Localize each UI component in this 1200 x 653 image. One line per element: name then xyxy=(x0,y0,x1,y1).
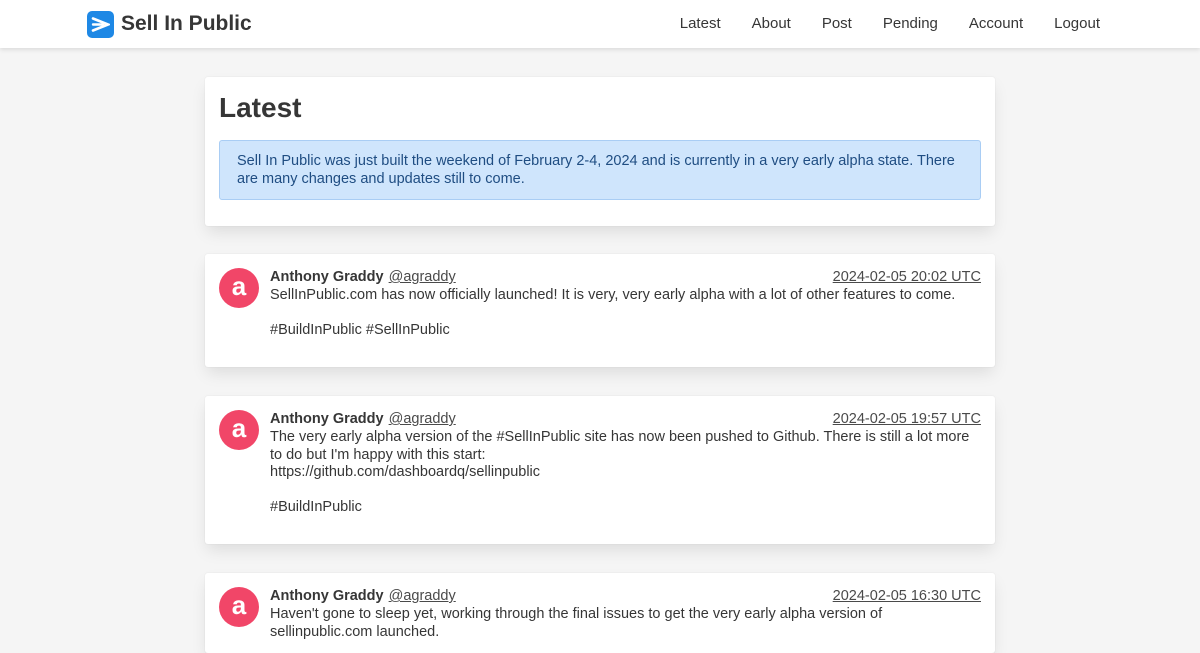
send-arrow-icon xyxy=(87,10,114,38)
page-title: Latest xyxy=(219,92,302,123)
nav-menu: Latest About Post Pending Account Logout xyxy=(664,0,1115,48)
post-header: Anthony Graddy @agraddy 2024-02-05 19:57… xyxy=(270,410,981,428)
latest-header-card: Latest Sell In Public was just built the… xyxy=(205,77,995,226)
avatar[interactable]: a xyxy=(219,268,259,308)
nav-item-pending[interactable]: Pending xyxy=(867,0,953,48)
nav-item-about[interactable]: About xyxy=(736,0,806,48)
nav-item-latest[interactable]: Latest xyxy=(664,0,736,48)
post-author-handle[interactable]: @agraddy xyxy=(389,269,456,285)
post-card: a Anthony Graddy @agraddy 2024-02-05 20:… xyxy=(205,254,995,367)
post-header: Anthony Graddy @agraddy 2024-02-05 20:02… xyxy=(270,268,981,286)
nav-item-post[interactable]: Post xyxy=(806,0,867,48)
post-author-handle[interactable]: @agraddy xyxy=(389,411,456,427)
brand-home-link[interactable]: Sell In Public xyxy=(87,10,252,38)
avatar[interactable]: a xyxy=(219,587,259,627)
post-body: Anthony Graddy @agraddy 2024-02-05 20:02… xyxy=(270,268,981,340)
top-navbar: Sell In Public Latest About Post Pending… xyxy=(0,0,1200,48)
post-card: a Anthony Graddy @agraddy 2024-02-05 19:… xyxy=(205,396,995,544)
post-author-handle[interactable]: @agraddy xyxy=(389,588,456,604)
post-body: Anthony Graddy @agraddy 2024-02-05 16:30… xyxy=(270,587,981,641)
brand-name: Sell In Public xyxy=(121,12,252,35)
post-timestamp[interactable]: 2024-02-05 19:57 UTC xyxy=(833,410,981,428)
avatar[interactable]: a xyxy=(219,410,259,450)
post-card: a Anthony Graddy @agraddy 2024-02-05 16:… xyxy=(205,573,995,653)
nav-item-logout[interactable]: Logout xyxy=(1039,0,1115,48)
post-text: SellInPublic.com has now officially laun… xyxy=(270,287,956,338)
post-text: The very early alpha version of the #Sel… xyxy=(270,429,970,515)
nav-item-account[interactable]: Account xyxy=(953,0,1038,48)
post-text: Haven't gone to sleep yet, working throu… xyxy=(270,606,883,640)
post-author: Anthony Graddy xyxy=(270,411,384,427)
post-author: Anthony Graddy xyxy=(270,269,384,285)
post-timestamp[interactable]: 2024-02-05 16:30 UTC xyxy=(833,587,981,605)
post-header: Anthony Graddy @agraddy 2024-02-05 16:30… xyxy=(270,587,981,605)
post-timestamp[interactable]: 2024-02-05 20:02 UTC xyxy=(833,268,981,286)
post-body: Anthony Graddy @agraddy 2024-02-05 19:57… xyxy=(270,410,981,517)
alpha-notice: Sell In Public was just built the weeken… xyxy=(219,140,981,200)
post-author: Anthony Graddy xyxy=(270,588,384,604)
